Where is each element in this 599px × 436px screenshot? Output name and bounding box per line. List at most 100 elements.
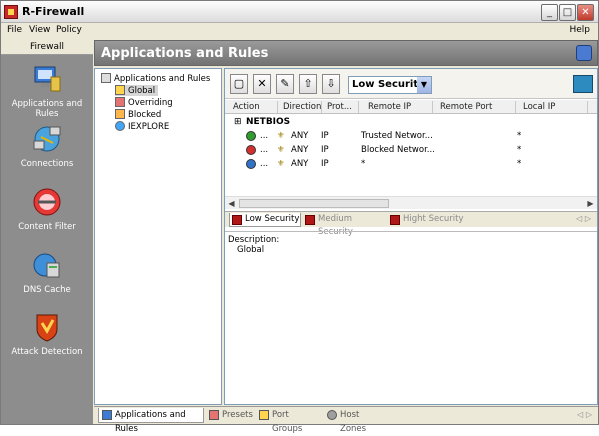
chevron-down-icon[interactable]: ▼	[417, 77, 431, 93]
network-icon	[31, 123, 63, 155]
left-navigation-panel: Firewall Applications and Rules Connecti…	[1, 39, 93, 424]
tab-low-security[interactable]: Low Security	[229, 213, 301, 227]
folder-icon	[101, 73, 111, 83]
computer-icon	[102, 410, 112, 420]
port-groups-icon	[259, 410, 269, 420]
nav-item-dns-cache[interactable]: DNS Cache	[1, 249, 93, 295]
tree-root-label: Applications and Rules	[114, 74, 211, 84]
grid-header: Action Direction Prot... Remote IP Remot…	[225, 100, 597, 114]
rules-panel: ▢ ✕ ✎ ⇧ ⇩ Low Security ▼ Action Directio…	[224, 68, 598, 405]
horizontal-scrollbar[interactable]: ◀ ▶	[225, 196, 597, 209]
maximize-button[interactable]: □	[559, 4, 576, 21]
tab-medium-security[interactable]: Medium Security	[303, 213, 387, 237]
security-level-select[interactable]: Low Security ▼	[348, 76, 432, 94]
tree-item-label: Global	[128, 86, 156, 96]
shield-icon	[31, 311, 63, 343]
scroll-right-icon[interactable]: ▶	[585, 198, 596, 209]
group-label: NETBIOS	[246, 117, 291, 127]
table-row[interactable]: ... ⚜ ANY IP Trusted Networ... *	[225, 130, 597, 142]
shield-icon	[390, 215, 400, 225]
tree-item-iexplore[interactable]: IEXPLORE	[115, 121, 169, 132]
cell-local-ip: *	[517, 145, 522, 155]
col-remote-port[interactable]: Remote Port	[440, 102, 492, 112]
bottom-tabs: Applications and Rules Presets Port Grou…	[94, 406, 598, 434]
nav-label-attack-detection: Attack Detection	[11, 347, 83, 357]
blocked-icon	[115, 109, 125, 119]
tab-host-zones[interactable]: Host Zones	[324, 408, 386, 434]
section-header: Applications and Rules	[94, 40, 598, 66]
graph-icon[interactable]	[573, 75, 593, 93]
cell-protocol: IP	[321, 145, 329, 155]
close-button[interactable]: ✕	[577, 4, 594, 21]
nav-item-attack-detection[interactable]: Attack Detection	[1, 311, 93, 357]
dns-icon	[31, 249, 63, 281]
cell-remote-ip: Blocked Networ...	[361, 145, 435, 155]
cell-direction: ANY	[291, 159, 309, 169]
minimize-button[interactable]: _	[541, 4, 558, 21]
move-up-icon[interactable]: ⇧	[299, 74, 317, 94]
tab-applications-rules[interactable]: Applications and Rules	[98, 408, 204, 434]
rules-toolbar: ▢ ✕ ✎ ⇧ ⇩ Low Security ▼	[225, 69, 597, 99]
allow-icon	[246, 131, 256, 141]
nav-item-content-filter[interactable]: Content Filter	[1, 186, 93, 232]
shield-icon	[305, 215, 315, 225]
menu-file[interactable]: File	[7, 25, 22, 35]
override-icon	[115, 97, 125, 107]
presets-icon	[209, 410, 219, 420]
tab-label: Host Zones	[340, 410, 367, 434]
scroll-left-icon[interactable]: ◀	[226, 198, 237, 209]
col-action[interactable]: Action	[233, 102, 260, 112]
menu-policy[interactable]: Policy	[56, 25, 82, 35]
table-row[interactable]: ... ⚜ ANY IP Blocked Networ... *	[225, 144, 597, 156]
tab-nav-arrows[interactable]: ◁ ▷	[576, 214, 591, 223]
direction-icon: ⚜	[277, 159, 285, 169]
filter-icon	[31, 186, 63, 218]
cell-action-dots: ...	[260, 145, 269, 155]
menu-help[interactable]: Help	[569, 25, 590, 35]
tab-high-security[interactable]: Hight Security	[388, 213, 468, 227]
nav-item-connections[interactable]: Connections	[1, 123, 93, 169]
shield-icon	[232, 215, 242, 225]
security-level-value: Low Security	[352, 79, 425, 90]
col-local-ip[interactable]: Local IP	[523, 102, 555, 112]
menu-view[interactable]: View	[29, 25, 50, 35]
delete-rule-icon[interactable]: ✕	[253, 74, 271, 94]
title-bar[interactable]: R-Firewall _ □ ✕	[1, 1, 598, 23]
cell-remote-ip: Trusted Networ...	[361, 131, 433, 141]
table-row[interactable]: ... ⚜ ANY IP * *	[225, 158, 597, 170]
app-logo-icon	[4, 5, 18, 19]
globe-icon	[115, 85, 125, 95]
host-zones-icon	[327, 410, 337, 420]
tree-item-label: IEXPLORE	[128, 122, 170, 132]
scroll-thumb[interactable]	[239, 199, 389, 208]
col-protocol[interactable]: Prot...	[327, 102, 352, 112]
bottom-tab-nav-arrows[interactable]: ◁ ▷	[577, 410, 592, 419]
tab-presets[interactable]: Presets	[206, 408, 253, 423]
tree-root[interactable]: Applications and Rules	[101, 73, 210, 84]
ie-icon	[115, 121, 125, 131]
tab-label: Presets	[222, 410, 253, 420]
menu-bar: File View Policy Help	[1, 23, 598, 39]
cell-local-ip: *	[517, 159, 522, 169]
cell-action-dots: ...	[260, 159, 269, 169]
tree-item-blocked[interactable]: Blocked	[115, 109, 161, 120]
cell-protocol: IP	[321, 159, 329, 169]
users-icon[interactable]	[576, 45, 592, 61]
expand-icon[interactable]: ⊞	[234, 117, 242, 127]
nav-item-applications-rules[interactable]: Applications and Rules	[1, 63, 93, 119]
new-rule-icon[interactable]: ▢	[230, 74, 248, 94]
tab-port-groups[interactable]: Port Groups	[256, 408, 320, 434]
move-down-icon[interactable]: ⇩	[322, 74, 340, 94]
cell-direction: ANY	[291, 145, 309, 155]
cell-action-dots: ...	[260, 131, 269, 141]
ask-icon	[246, 159, 256, 169]
cell-protocol: IP	[321, 131, 329, 141]
edit-rule-icon[interactable]: ✎	[276, 74, 294, 94]
tab-label: Port Groups	[272, 410, 303, 434]
col-direction[interactable]: Direction	[283, 102, 321, 112]
tree-item-overriding[interactable]: Overriding	[115, 97, 173, 108]
col-remote-ip[interactable]: Remote IP	[368, 102, 411, 112]
tree-item-label: Blocked	[128, 110, 162, 120]
tree-item-global[interactable]: Global	[115, 85, 159, 96]
tab-label: Applications and Rules	[115, 410, 186, 434]
